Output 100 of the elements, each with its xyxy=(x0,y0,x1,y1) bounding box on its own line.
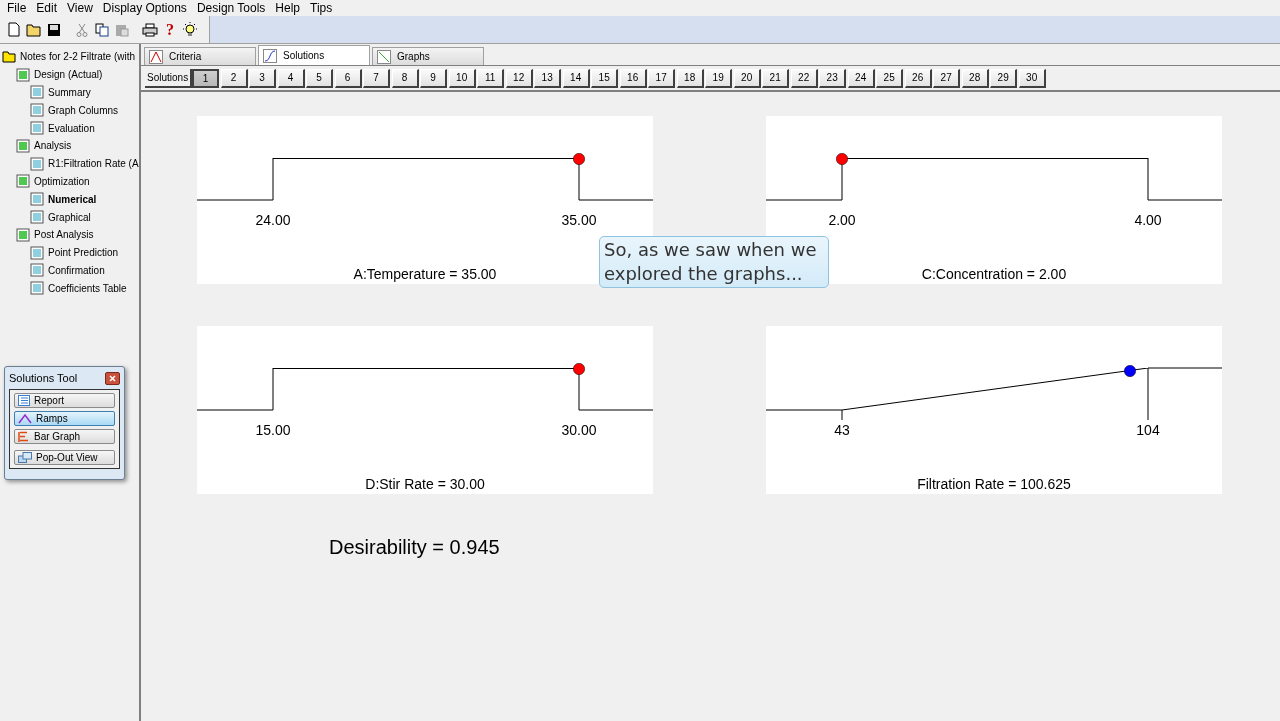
document-icon xyxy=(30,245,44,260)
tree-item[interactable]: Graphical xyxy=(48,211,91,223)
solution-button[interactable]: 17 xyxy=(648,68,676,88)
tree-item[interactable]: Post Analysis xyxy=(34,229,94,241)
solution-button[interactable]: 24 xyxy=(847,68,875,88)
close-button[interactable] xyxy=(105,371,120,385)
tree-item[interactable]: Summary xyxy=(48,87,91,98)
print-button[interactable] xyxy=(142,20,158,39)
tool-button[interactable]: Report xyxy=(14,393,115,408)
solution-button[interactable]: 11 xyxy=(477,68,505,88)
tree-item[interactable]: Analysis xyxy=(34,140,72,152)
solution-button[interactable]: 28 xyxy=(961,68,989,88)
folder-icon xyxy=(26,22,42,37)
document-icon xyxy=(16,227,30,242)
low-value: 15.00 xyxy=(255,422,291,438)
solution-button[interactable]: 13 xyxy=(534,68,562,88)
lightbulb-icon xyxy=(182,21,198,38)
solution-button[interactable]: 22 xyxy=(790,68,818,88)
solution-button[interactable]: 19 xyxy=(705,68,733,88)
tree-item[interactable]: Numerical xyxy=(48,193,97,205)
tree-item[interactable]: R1:Filtration Rate (A xyxy=(48,158,139,170)
clipboard-icon xyxy=(115,22,129,37)
tab[interactable]: Solutions xyxy=(258,45,370,65)
solution-button[interactable]: 7 xyxy=(363,68,391,88)
tool-button[interactable]: Ramps xyxy=(14,411,115,426)
tree-item[interactable]: Coefficients Table xyxy=(48,282,127,294)
document-icon xyxy=(16,67,30,82)
low-value: 24.00 xyxy=(255,212,291,228)
list-icon xyxy=(18,395,30,406)
solution-button[interactable]: 21 xyxy=(762,68,790,88)
solution-button[interactable]: 6 xyxy=(334,68,362,88)
ramp-title: A:Temperature = 35.00 xyxy=(353,266,497,282)
menu-item[interactable]: Edit xyxy=(31,1,63,15)
document-icon xyxy=(30,85,44,100)
document-icon xyxy=(30,156,44,171)
solution-button[interactable]: 9 xyxy=(420,68,448,88)
tab[interactable]: Criteria xyxy=(144,47,256,65)
solution-button[interactable]: 30 xyxy=(1018,68,1046,88)
solution-button[interactable]: 16 xyxy=(619,68,647,88)
high-value: 30.00 xyxy=(561,422,597,438)
solution-button[interactable]: 26 xyxy=(904,68,932,88)
tree-item[interactable]: Confirmation xyxy=(48,264,105,276)
document-icon xyxy=(16,138,30,153)
document-icon xyxy=(30,192,44,207)
document-icon xyxy=(30,281,44,296)
high-value: 35.00 xyxy=(561,212,597,228)
tool-button[interactable]: Bar Graph xyxy=(14,429,115,444)
high-value: 4.00 xyxy=(1134,212,1162,228)
low-value: 43 xyxy=(834,422,850,438)
tree-item[interactable]: Point Prediction xyxy=(48,247,119,259)
solution-button[interactable]: 23 xyxy=(819,68,847,88)
save-icon xyxy=(47,22,61,37)
solution-button[interactable]: 15 xyxy=(591,68,619,88)
menu-item[interactable]: Design Tools xyxy=(191,1,271,15)
solution-button[interactable]: 14 xyxy=(562,68,590,88)
solution-button[interactable]: 10 xyxy=(448,68,476,88)
tip-button[interactable] xyxy=(182,20,198,39)
menu-item[interactable]: File xyxy=(2,1,32,15)
solution-button[interactable]: 12 xyxy=(505,68,533,88)
close-icon xyxy=(109,374,116,382)
solution-button[interactable]: 20 xyxy=(733,68,761,88)
help-button[interactable]: ? xyxy=(162,20,178,39)
windows-icon xyxy=(18,452,32,463)
copy-button[interactable] xyxy=(94,20,110,39)
solution-button[interactable]: 25 xyxy=(876,68,904,88)
printer-icon xyxy=(142,22,158,37)
bar-graph-icon xyxy=(18,431,30,442)
solution-button[interactable]: 29 xyxy=(990,68,1018,88)
solution-button[interactable]: 27 xyxy=(933,68,961,88)
solution-button[interactable]: 5 xyxy=(306,68,334,88)
menu-item[interactable]: Help xyxy=(270,1,306,15)
document-icon xyxy=(30,210,44,225)
menu-item[interactable]: Tips xyxy=(305,1,338,15)
tree-item[interactable]: Notes for 2-2 Filtrate (with xyxy=(20,51,136,63)
ramp-title: Filtration Rate = 100.625 xyxy=(917,476,1071,492)
menu-item[interactable]: Display Options xyxy=(97,1,192,15)
document-icon xyxy=(16,174,30,189)
solution-button[interactable]: 3 xyxy=(249,68,277,88)
tool-button[interactable]: Pop-Out View xyxy=(14,450,115,465)
high-value: 104 xyxy=(1136,422,1160,438)
document-icon xyxy=(30,103,44,118)
document-icon xyxy=(30,121,44,136)
ramp-icon xyxy=(18,413,32,424)
scissors-icon xyxy=(76,22,88,37)
new-document-icon xyxy=(8,22,20,37)
tree-item[interactable]: Optimization xyxy=(34,175,90,187)
solution-button[interactable]: 1 xyxy=(192,68,220,88)
solution-button[interactable]: 8 xyxy=(391,68,419,88)
tab[interactable]: Graphs xyxy=(372,47,484,65)
tree-item[interactable]: Design (Actual) xyxy=(34,69,103,81)
new-button[interactable] xyxy=(6,20,22,39)
folder-icon xyxy=(2,50,16,63)
solution-button[interactable]: 18 xyxy=(676,68,704,88)
solution-button[interactable]: 2 xyxy=(220,68,248,88)
menu-item[interactable]: View xyxy=(62,1,98,15)
tree-item[interactable]: Evaluation xyxy=(48,122,95,134)
callout-bubble: So, as we saw when we explored the graphs... xyxy=(599,236,829,288)
tree-item[interactable]: Graph Columns xyxy=(48,104,119,116)
solution-button[interactable]: 4 xyxy=(277,68,305,88)
desirability-value: Desirability = 0.945 xyxy=(329,536,500,558)
